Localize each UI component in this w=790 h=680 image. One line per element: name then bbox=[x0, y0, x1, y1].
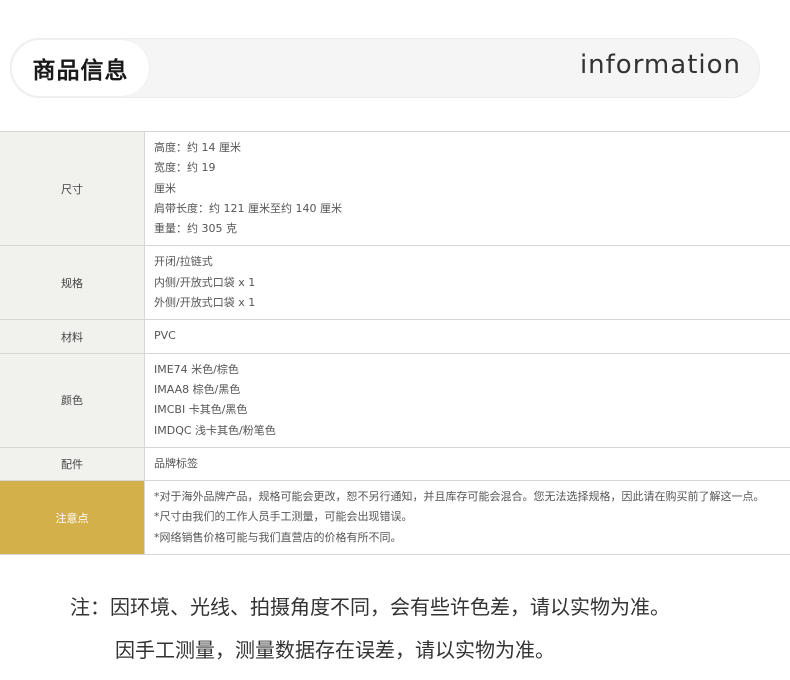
section-title: 商品信息 bbox=[12, 40, 149, 96]
footnotes: 注：因环境、光线、拍摄角度不同，会有些许色差，请以实物为准。 因手工测量，测量数… bbox=[70, 586, 670, 672]
spec-label-notice: 注意点 bbox=[0, 480, 145, 556]
spec-line: *对于海外品牌产品，规格可能会更改，恕不另行通知，并且库存可能会混合。您无法选择… bbox=[154, 490, 765, 504]
spec-line: 高度：约 14 厘米 bbox=[154, 141, 241, 154]
spec-line: *尺寸由我们的工作人员手工测量，可能会出现错误。 bbox=[154, 510, 413, 524]
spec-row-notice: 注意点 *对于海外品牌产品，规格可能会更改，恕不另行通知，并且库存可能会混合。您… bbox=[0, 480, 790, 556]
footnote-line: 因手工测量，测量数据存在误差，请以实物为准。 bbox=[115, 638, 555, 662]
spec-value: 品牌标签 bbox=[144, 446, 790, 482]
spec-line: 外侧/开放式口袋 x 1 bbox=[154, 296, 256, 310]
spec-row-color: 颜色 IME74 米色/棕色 IMAA8 棕色/黑色 IMCBI 卡其色/黑色 … bbox=[0, 352, 790, 448]
spec-line: 宽度：约 19 bbox=[154, 161, 216, 175]
spec-row-material: 材料 PVC bbox=[0, 319, 790, 354]
spec-label: 配件 bbox=[0, 446, 145, 482]
footnote-line: 注：因环境、光线、拍摄角度不同，会有些许色差，请以实物为准。 bbox=[70, 595, 670, 619]
spec-line: IME74 米色/棕色 bbox=[154, 362, 239, 376]
spec-row-spec: 规格 开闭/拉链式 内侧/开放式口袋 x 1 外侧/开放式口袋 x 1 bbox=[0, 245, 790, 321]
spec-label: 规格 bbox=[0, 245, 145, 321]
spec-label: 尺寸 bbox=[0, 130, 145, 247]
spec-line: IMAA8 棕色/黑色 bbox=[154, 382, 241, 396]
spec-value: *对于海外品牌产品，规格可能会更改，恕不另行通知，并且库存可能会混合。您无法选择… bbox=[144, 480, 790, 556]
spec-table: 尺寸 高度：约 14 厘米 宽度：约 19 厘米 肩带长度：约 121 厘米至约… bbox=[0, 130, 790, 556]
spec-line: IMCBI 卡其色/黑色 bbox=[154, 403, 248, 417]
spec-line: 品牌标签 bbox=[154, 456, 198, 470]
spec-line: 内侧/开放式口袋 x 1 bbox=[154, 275, 256, 289]
spec-line: 重量：约 305 克 bbox=[154, 222, 237, 236]
spec-value: 开闭/拉链式 内侧/开放式口袋 x 1 外侧/开放式口袋 x 1 bbox=[144, 245, 790, 321]
spec-line: *网络销售价格可能与我们直营店的价格有所不同。 bbox=[154, 530, 402, 544]
spec-value: PVC bbox=[144, 319, 790, 354]
spec-line: IMDQC 浅卡其色/粉笔色 bbox=[154, 423, 276, 437]
spec-row-accessory: 配件 品牌标签 bbox=[0, 446, 790, 482]
spec-value: IME74 米色/棕色 IMAA8 棕色/黑色 IMCBI 卡其色/黑色 IMD… bbox=[144, 352, 790, 448]
spec-row-size: 尺寸 高度：约 14 厘米 宽度：约 19 厘米 肩带长度：约 121 厘米至约… bbox=[0, 130, 790, 247]
spec-value: 高度：约 14 厘米 宽度：约 19 厘米 肩带长度：约 121 厘米至约 14… bbox=[144, 130, 790, 247]
spec-line: 开闭/拉链式 bbox=[154, 255, 213, 269]
section-subtitle: information bbox=[579, 50, 741, 80]
spec-label: 颜色 bbox=[0, 352, 145, 448]
spec-label: 材料 bbox=[0, 319, 145, 354]
spec-line: 肩带长度：约 121 厘米至约 140 厘米 bbox=[154, 201, 342, 215]
spec-line: PVC bbox=[154, 329, 176, 343]
spec-line: 厘米 bbox=[154, 181, 176, 195]
